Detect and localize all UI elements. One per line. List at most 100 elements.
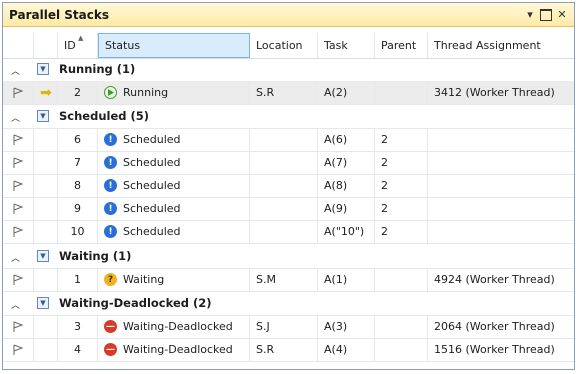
task-cell: A(7) bbox=[318, 151, 375, 174]
parent-cell bbox=[375, 81, 428, 104]
id-cell: 3 bbox=[58, 315, 98, 338]
flag-icon[interactable] bbox=[3, 220, 34, 243]
status-cell: ! Scheduled bbox=[98, 128, 250, 151]
group-header-running[interactable]: ︿ ▼ Running (1) bbox=[3, 58, 574, 82]
table-row[interactable]: ➡ 2 Running S.R A(2) 3412 (Worker Thread… bbox=[3, 81, 574, 105]
parent-cell: 2 bbox=[375, 220, 428, 243]
task-cell: A(9) bbox=[318, 197, 375, 220]
id-cell: 6 bbox=[58, 128, 98, 151]
marker-cell bbox=[34, 151, 58, 174]
parent-cell: 2 bbox=[375, 197, 428, 220]
current-task-arrow-icon: ➡ bbox=[34, 81, 58, 104]
status-column-header[interactable]: Status bbox=[98, 33, 250, 58]
status-cell: ! Scheduled bbox=[98, 174, 250, 197]
filter-icon[interactable]: ▼ bbox=[37, 110, 49, 122]
thread-cell: 3412 (Worker Thread) bbox=[434, 86, 555, 99]
location-cell: S.M bbox=[250, 268, 318, 291]
column-header: ▲ ID Status Location Task Parent Thread … bbox=[3, 33, 574, 59]
deadlocked-icon: — bbox=[104, 320, 117, 333]
id-cell: 1 bbox=[58, 268, 98, 291]
group-header-scheduled[interactable]: ︿ ▼ Scheduled (5) bbox=[3, 105, 574, 129]
marker-cell bbox=[34, 128, 58, 151]
chevron-up-icon[interactable]: ︿ bbox=[11, 64, 20, 77]
task-column-header[interactable]: Task bbox=[318, 33, 375, 58]
status-cell: ? Waiting bbox=[98, 268, 250, 291]
title-bar: Parallel Stacks ▾ ✕ bbox=[3, 3, 574, 27]
location-cell bbox=[250, 151, 318, 174]
waiting-icon: ? bbox=[104, 273, 117, 286]
task-cell: A(3) bbox=[318, 315, 375, 338]
marker-cell bbox=[34, 197, 58, 220]
id-cell: 10 bbox=[58, 220, 98, 243]
table-row[interactable]: 10 ! Scheduled A("10") 2 bbox=[3, 220, 574, 244]
table-row[interactable]: 7 ! Scheduled A(7) 2 bbox=[3, 151, 574, 175]
table-row[interactable]: 6 ! Scheduled A(6) 2 bbox=[3, 128, 574, 152]
parent-cell bbox=[375, 315, 428, 338]
thread-cell bbox=[428, 128, 574, 151]
id-column-header[interactable]: ▲ ID bbox=[58, 33, 98, 58]
window-controls: ▾ ✕ bbox=[524, 8, 568, 21]
thread-cell bbox=[428, 220, 574, 243]
id-cell: 4 bbox=[58, 338, 98, 361]
flag-icon[interactable] bbox=[3, 315, 34, 338]
location-cell: S.J bbox=[250, 315, 318, 338]
table-row[interactable]: 8 ! Scheduled A(8) 2 bbox=[3, 174, 574, 198]
thread-cell bbox=[428, 174, 574, 197]
scheduled-icon: ! bbox=[104, 179, 117, 192]
thread-cell: 4924 (Worker Thread) bbox=[434, 273, 555, 286]
group-header-waiting[interactable]: ︿ ▼ Waiting (1) bbox=[3, 245, 574, 269]
flag-icon[interactable] bbox=[3, 174, 34, 197]
chevron-up-icon[interactable]: ︿ bbox=[11, 251, 20, 264]
group-header-waiting-deadlocked[interactable]: ︿ ▼ Waiting-Deadlocked (2) bbox=[3, 292, 574, 316]
flag-icon[interactable] bbox=[3, 81, 34, 104]
deadlocked-icon: — bbox=[104, 343, 117, 356]
location-column-header[interactable]: Location bbox=[250, 33, 318, 58]
table-row[interactable]: 3 — Waiting-Deadlocked S.J A(3) 2064 (Wor… bbox=[3, 315, 574, 339]
flag-icon[interactable] bbox=[3, 268, 34, 291]
task-cell: A(4) bbox=[318, 338, 375, 361]
parent-cell: 2 bbox=[375, 128, 428, 151]
table-row[interactable]: 9 ! Scheduled A(9) 2 bbox=[3, 197, 574, 221]
status-cell: ! Scheduled bbox=[98, 197, 250, 220]
flag-icon[interactable] bbox=[3, 338, 34, 361]
parent-cell bbox=[375, 268, 428, 291]
flag-icon[interactable] bbox=[3, 197, 34, 220]
location-cell bbox=[250, 220, 318, 243]
status-cell: Running bbox=[98, 81, 250, 104]
task-cell: A(1) bbox=[318, 268, 375, 291]
dropdown-icon[interactable]: ▾ bbox=[524, 8, 536, 21]
sort-ascending-icon: ▲ bbox=[78, 34, 84, 42]
parent-cell bbox=[375, 338, 428, 361]
chevron-up-icon[interactable]: ︿ bbox=[11, 111, 20, 124]
thread-cell: 2064 (Worker Thread) bbox=[434, 320, 555, 333]
flag-icon[interactable] bbox=[3, 128, 34, 151]
flag-column-header[interactable] bbox=[3, 33, 34, 58]
location-cell: S.R bbox=[250, 81, 318, 104]
table-row[interactable]: 4 — Waiting-Deadlocked S.R A(4) 1516 (Wor… bbox=[3, 338, 574, 362]
marker-cell bbox=[34, 174, 58, 197]
filter-icon[interactable]: ▼ bbox=[37, 250, 49, 262]
close-icon[interactable]: ✕ bbox=[556, 8, 568, 21]
flag-icon[interactable] bbox=[3, 151, 34, 174]
location-cell bbox=[250, 128, 318, 151]
filter-icon[interactable]: ▼ bbox=[37, 297, 49, 309]
location-cell bbox=[250, 174, 318, 197]
thread-assignment-column-header[interactable]: Thread Assignment bbox=[428, 33, 574, 58]
status-cell: ! Scheduled bbox=[98, 151, 250, 174]
thread-cell: 1516 (Worker Thread) bbox=[434, 343, 555, 356]
running-icon bbox=[104, 86, 117, 99]
marker-cell bbox=[34, 268, 58, 291]
id-cell: 9 bbox=[58, 197, 98, 220]
task-cell: A(2) bbox=[318, 81, 375, 104]
location-cell: S.R bbox=[250, 338, 318, 361]
maximize-icon[interactable] bbox=[540, 8, 552, 21]
scheduled-icon: ! bbox=[104, 156, 117, 169]
table-row[interactable]: 1 ? Waiting S.M A(1) 4924 (Worker Thread) bbox=[3, 268, 574, 292]
parent-column-header[interactable]: Parent bbox=[375, 33, 428, 58]
chevron-up-icon[interactable]: ︿ bbox=[11, 298, 20, 311]
filter-icon[interactable]: ▼ bbox=[37, 63, 49, 75]
location-cell bbox=[250, 197, 318, 220]
parent-cell: 2 bbox=[375, 174, 428, 197]
thread-cell bbox=[428, 151, 574, 174]
marker-column-header[interactable] bbox=[34, 33, 58, 58]
